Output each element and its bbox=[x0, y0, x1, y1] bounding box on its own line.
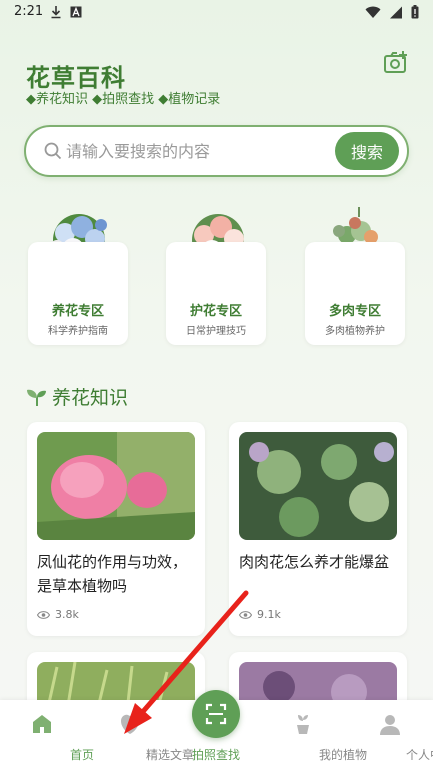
zone-desc: 日常护理技巧 bbox=[186, 326, 246, 337]
article-title: 凤仙花的作用与功效，是草本植物吗 bbox=[37, 553, 188, 595]
search-bar: 搜索 bbox=[24, 125, 409, 177]
bottom-nav: 首页 精选文章 拍照查找 我的植物 个人中心 bbox=[0, 690, 433, 771]
wifi-icon bbox=[365, 6, 381, 18]
user-icon bbox=[380, 715, 400, 735]
nav-label-scan: 拍照查找 bbox=[191, 748, 240, 762]
scan-icon bbox=[205, 703, 227, 725]
zone-card-flower-care[interactable]: 养花专区 科学养护指南 bbox=[28, 242, 128, 345]
sprout-icon bbox=[27, 389, 46, 406]
download-icon bbox=[51, 6, 61, 19]
font-a-icon bbox=[70, 6, 82, 18]
nav-profile[interactable]: 个人中心 bbox=[350, 708, 433, 766]
zone-desc: 科学养护指南 bbox=[48, 326, 108, 337]
plant-icon bbox=[297, 715, 309, 734]
section-title: 养花知识 bbox=[26, 383, 128, 410]
eye-icon bbox=[37, 610, 50, 619]
article-thumbnail bbox=[37, 432, 195, 540]
zone-card-succulents[interactable]: 多肉专区 多肉植物养护 bbox=[305, 242, 405, 345]
add-photo-icon[interactable] bbox=[383, 50, 409, 76]
article-views: 3.8k bbox=[37, 608, 79, 621]
status-time: 2:21 bbox=[14, 4, 44, 19]
article-views: 9.1k bbox=[239, 608, 281, 621]
view-count: 9.1k bbox=[257, 608, 281, 621]
article-thumbnail bbox=[239, 432, 397, 540]
search-button[interactable]: 搜索 bbox=[335, 132, 399, 170]
zone-title: 养花专区 bbox=[51, 304, 104, 319]
nav-featured-articles[interactable]: 精选文章 bbox=[90, 708, 194, 766]
section-title-text: 养花知识 bbox=[52, 387, 129, 409]
nav-label: 个人中心 bbox=[405, 748, 433, 762]
article-icon bbox=[121, 714, 139, 734]
search-icon bbox=[44, 142, 62, 160]
zone-desc: 多肉植物养护 bbox=[325, 326, 385, 337]
zone-card-flower-protection[interactable]: 护花专区 日常护理技巧 bbox=[166, 242, 266, 345]
signal-icon bbox=[390, 6, 402, 18]
search-input[interactable] bbox=[66, 139, 306, 163]
zone-title: 护花专区 bbox=[189, 304, 242, 319]
nav-home[interactable]: 首页 bbox=[2, 708, 94, 766]
home-icon bbox=[33, 715, 51, 733]
status-bar: 2:21 bbox=[0, 0, 433, 26]
article-title: 肉肉花怎么养才能爆盆 bbox=[239, 553, 390, 571]
app-subtitle: ◆养花知识 ◆拍照查找 ◆植物记录 bbox=[26, 92, 221, 107]
nav-scan-button[interactable] bbox=[192, 690, 240, 738]
eye-icon bbox=[239, 610, 252, 619]
article-card[interactable]: 凤仙花的作用与功效，是草本植物吗 3.8k bbox=[27, 422, 205, 636]
view-count: 3.8k bbox=[55, 608, 79, 621]
nav-my-plants[interactable]: 我的植物 bbox=[263, 708, 367, 766]
article-card[interactable]: 肉肉花怎么养才能爆盆 9.1k bbox=[229, 422, 407, 636]
zone-title: 多肉专区 bbox=[328, 304, 381, 319]
battery-icon bbox=[411, 5, 419, 19]
